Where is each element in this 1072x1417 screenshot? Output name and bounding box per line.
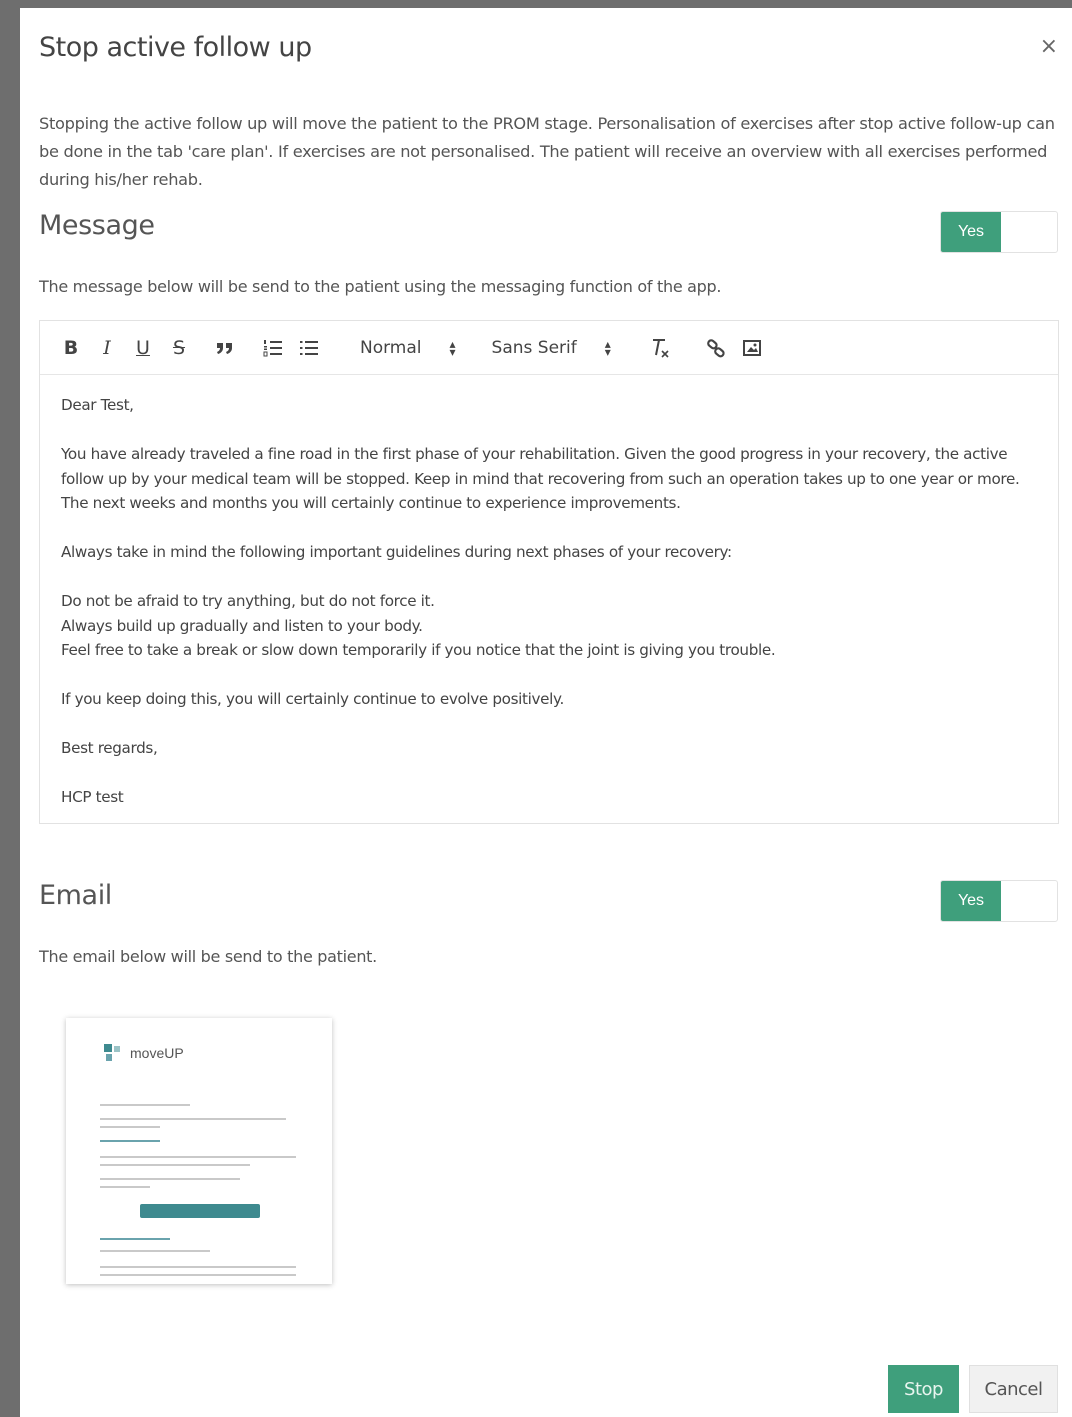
message-paragraph-2: Always take in mind the following import… [61, 543, 732, 561]
message-toggle-yes: Yes [941, 212, 1001, 252]
blockquote-button[interactable] [214, 333, 236, 363]
preview-text-line [100, 1250, 210, 1252]
quote-icon [217, 342, 232, 354]
preview-text-line [100, 1126, 160, 1128]
stop-follow-up-modal: Stop active follow up × Stopping the act… [20, 8, 1072, 1417]
preview-text-line [100, 1118, 286, 1120]
cancel-button[interactable]: Cancel [969, 1365, 1058, 1413]
bold-button[interactable]: B [62, 333, 80, 363]
link-icon [706, 338, 725, 357]
image-icon [742, 339, 761, 356]
preview-text-line [100, 1266, 296, 1268]
clear-format-icon [652, 338, 669, 358]
image-button[interactable] [741, 333, 763, 363]
message-section-title: Message [39, 210, 155, 241]
preview-text-line [100, 1156, 296, 1158]
guideline-line-3: Feel free to take a break or slow down t… [61, 641, 776, 659]
message-greeting: Dear Test, [61, 396, 134, 414]
bullet-list-button[interactable] [298, 333, 320, 363]
email-section-title: Email [39, 880, 112, 911]
email-description: The email below will be send to the pati… [39, 947, 377, 966]
preview-text-line [100, 1140, 160, 1142]
clear-format-button[interactable] [649, 333, 671, 363]
message-signature: HCP test [61, 788, 124, 806]
preview-cta-button [140, 1204, 260, 1218]
preview-text-line [100, 1178, 240, 1180]
message-toggle[interactable]: Yes [940, 211, 1058, 253]
guideline-line-2: Always build up gradually and listen to … [61, 616, 423, 635]
email-toggle-off-area [1001, 881, 1057, 921]
preview-text-line [100, 1164, 250, 1166]
message-paragraph-3: If you keep doing this, you will certain… [61, 690, 564, 708]
message-toggle-off-area [1001, 212, 1057, 252]
bullet-list-icon [300, 340, 318, 355]
strikethrough-button[interactable]: S [170, 333, 188, 363]
preview-text-line [100, 1186, 150, 1188]
email-preview-logo: moveUP [104, 1044, 184, 1062]
preview-text-line [100, 1238, 170, 1240]
preview-text-line [100, 1274, 296, 1276]
font-family-value: Sans Serif [491, 337, 577, 358]
link-button[interactable] [705, 333, 727, 363]
select-arrows-icon: ▴ ▾ [604, 336, 611, 359]
email-toggle-yes: Yes [941, 881, 1001, 921]
intro-text: Stopping the active follow up will move … [39, 114, 1055, 189]
email-preview-brand: moveUP [130, 1045, 184, 1061]
email-toggle[interactable]: Yes [940, 880, 1058, 922]
ordered-list-icon [263, 339, 282, 356]
editor-toolbar: B I U S Normal ▴ ▾ Sans Serif ▴ ▾ [40, 321, 1058, 375]
message-editor: B I U S Normal ▴ ▾ Sans Serif ▴ ▾ Dear T… [39, 320, 1059, 824]
message-body[interactable]: Dear Test, You have already traveled a f… [40, 375, 1058, 828]
font-size-value: Normal [360, 337, 422, 358]
message-closing: Best regards, [61, 739, 158, 757]
moveup-logo-icon [104, 1044, 120, 1061]
font-family-select[interactable]: Sans Serif ▴ ▾ [492, 333, 611, 363]
message-paragraph-1: You have already traveled a fine road in… [61, 445, 1020, 512]
modal-title: Stop active follow up [39, 32, 312, 63]
guideline-line-1: Do not be afraid to try anything, but do… [61, 592, 435, 610]
underline-button[interactable]: U [134, 333, 152, 363]
select-arrows-icon: ▴ ▾ [449, 336, 456, 359]
stop-button[interactable]: Stop [888, 1365, 959, 1413]
ordered-list-button[interactable] [262, 333, 284, 363]
message-description: The message below will be send to the pa… [39, 277, 722, 296]
close-icon[interactable]: × [1040, 34, 1058, 59]
font-size-select[interactable]: Normal ▴ ▾ [360, 333, 456, 363]
email-preview-thumbnail[interactable]: moveUP [66, 1018, 332, 1284]
preview-text-line [100, 1104, 190, 1106]
italic-button[interactable]: I [98, 333, 116, 363]
